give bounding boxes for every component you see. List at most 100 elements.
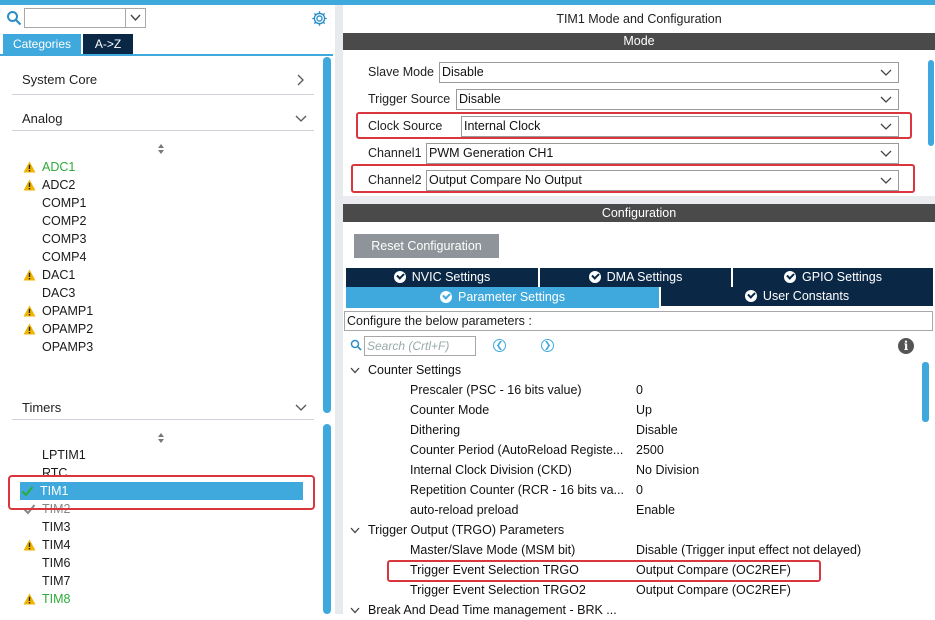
- trigger-source-label: Trigger Source: [368, 92, 451, 106]
- parameter-search-input[interactable]: Search (Crtl+F): [364, 336, 476, 356]
- tab-nvic-settings[interactable]: NVIC Settings: [346, 268, 538, 287]
- slave-mode-label: Slave Mode: [368, 65, 435, 79]
- param-value[interactable]: Enable: [636, 500, 926, 520]
- tab-categories[interactable]: Categories: [3, 34, 81, 54]
- list-item-label: COMP3: [42, 232, 87, 246]
- param-value[interactable]: 0: [636, 480, 926, 500]
- list-item-adc2[interactable]: ADC2: [22, 176, 304, 194]
- chevron-right-icon: [294, 69, 308, 91]
- selected-value: PWM Generation CH1: [429, 146, 554, 160]
- param-value[interactable]: Output Compare (OC2REF): [636, 580, 926, 600]
- list-item-tim3[interactable]: TIM3: [22, 518, 304, 536]
- list-item-dac3[interactable]: DAC3: [22, 284, 304, 302]
- next-result-icon[interactable]: ❯: [541, 339, 554, 352]
- list-item-label: COMP2: [42, 214, 87, 228]
- list-item-comp1[interactable]: COMP1: [22, 194, 304, 212]
- chevron-down-icon: [130, 14, 141, 22]
- list-item-tim8[interactable]: TIM8: [22, 590, 304, 608]
- clock-source-highlight-box: [356, 112, 912, 139]
- param-value[interactable]: No Division: [636, 460, 926, 480]
- warning-icon: [23, 539, 36, 551]
- list-item-opamp3[interactable]: OPAMP3: [22, 338, 304, 356]
- list-item-label: DAC1: [42, 268, 76, 282]
- configuration-header: Configuration: [343, 204, 935, 222]
- param-value[interactable]: 0: [636, 380, 926, 400]
- chevron-down-icon: [880, 150, 892, 157]
- warning-icon: [23, 269, 36, 281]
- param-name: Prescaler (PSC - 16 bits value): [410, 383, 582, 397]
- list-item-label: COMP1: [42, 196, 87, 210]
- list-item-opamp2[interactable]: OPAMP2: [22, 320, 304, 338]
- list-item-opamp1[interactable]: OPAMP1: [22, 302, 304, 320]
- param-group-header[interactable]: Break And Dead Time management - BRK ...: [350, 600, 617, 620]
- search-dropdown-button[interactable]: [125, 8, 146, 28]
- previous-result-icon[interactable]: ❮: [493, 339, 506, 352]
- mode-scrollbar[interactable]: [928, 60, 934, 146]
- chevron-down-icon: [880, 96, 892, 103]
- warning-icon: [23, 179, 36, 191]
- left-scrollbar-lower[interactable]: [323, 424, 331, 614]
- list-item-comp4[interactable]: COMP4: [22, 248, 304, 266]
- search-icon[interactable]: [6, 10, 22, 26]
- param-name: Trigger Event Selection TRGO2: [410, 583, 586, 597]
- gear-icon[interactable]: [311, 10, 328, 27]
- list-item-label: ADC1: [42, 160, 76, 174]
- trgo-highlight-box: [387, 560, 821, 582]
- section-timers[interactable]: Timers: [22, 397, 312, 419]
- section-system-core[interactable]: System Core: [22, 69, 312, 91]
- sort-icon[interactable]: [156, 432, 166, 444]
- sort-icon[interactable]: [156, 143, 166, 155]
- channel1-select[interactable]: PWM Generation CH1: [426, 143, 899, 164]
- warning-icon: [23, 593, 36, 605]
- left-scrollbar[interactable]: [323, 57, 331, 413]
- section-divider: [12, 130, 314, 131]
- collapse-chevron-icon: [350, 520, 360, 540]
- tim1-highlight-box: [8, 475, 315, 510]
- tab-parameter-settings[interactable]: Parameter Settings: [346, 287, 659, 308]
- channel1-label: Channel1: [368, 146, 422, 160]
- list-item-comp2[interactable]: COMP2: [22, 212, 304, 230]
- panel-splitter[interactable]: [335, 5, 343, 614]
- tab-user-constants[interactable]: User Constants: [661, 287, 933, 306]
- section-label: System Core: [22, 72, 98, 87]
- tab-gpio-settings[interactable]: GPIO Settings: [733, 268, 933, 287]
- reset-configuration-button[interactable]: Reset Configuration: [354, 234, 499, 258]
- section-divider: [12, 94, 314, 95]
- tab-label: User Constants: [762, 289, 850, 303]
- tab-dma-settings[interactable]: DMA Settings: [540, 268, 731, 287]
- check-icon: [784, 271, 797, 283]
- info-icon[interactable]: i: [898, 338, 914, 354]
- section-analog[interactable]: Analog: [22, 108, 312, 130]
- param-value[interactable]: Disable: [636, 420, 926, 440]
- channel2-highlight-box: [351, 164, 915, 193]
- check-icon: [744, 290, 757, 302]
- tab-label: NVIC Settings: [411, 270, 491, 284]
- tab-a-to-z[interactable]: A->Z: [83, 34, 133, 54]
- list-item-tim6[interactable]: TIM6: [22, 554, 304, 572]
- panel-gap: [343, 196, 935, 204]
- list-item-adc1[interactable]: ADC1: [22, 158, 304, 176]
- section-label: Timers: [22, 400, 62, 415]
- list-item-label: OPAMP1: [42, 304, 94, 318]
- param-group-header[interactable]: Trigger Output (TRGO) Parameters: [350, 520, 564, 540]
- param-value[interactable]: Up: [636, 400, 926, 420]
- param-value[interactable]: Disable (Trigger input effect not delaye…: [636, 540, 926, 560]
- check-icon: [393, 271, 406, 283]
- list-item-tim4[interactable]: TIM4: [22, 536, 304, 554]
- warning-icon: [23, 161, 36, 173]
- tab-underline: [0, 54, 333, 56]
- parameter-scrollbar[interactable]: [922, 362, 929, 422]
- param-name: Counter Period (AutoReload Registe...: [410, 443, 624, 457]
- param-name: auto-reload preload: [410, 503, 519, 517]
- section-divider: [12, 419, 314, 420]
- list-item-comp3[interactable]: COMP3: [22, 230, 304, 248]
- trigger-source-select[interactable]: Disable: [456, 89, 899, 110]
- param-group-header[interactable]: Counter Settings: [350, 360, 461, 380]
- list-item-tim7[interactable]: TIM7: [22, 572, 304, 590]
- param-name: Internal Clock Division (CKD): [410, 463, 572, 477]
- check-icon: [588, 271, 601, 283]
- list-item-lptim1[interactable]: LPTIM1: [22, 446, 304, 464]
- list-item-dac1[interactable]: DAC1: [22, 266, 304, 284]
- param-value[interactable]: 2500: [636, 440, 926, 460]
- slave-mode-select[interactable]: Disable: [439, 62, 899, 83]
